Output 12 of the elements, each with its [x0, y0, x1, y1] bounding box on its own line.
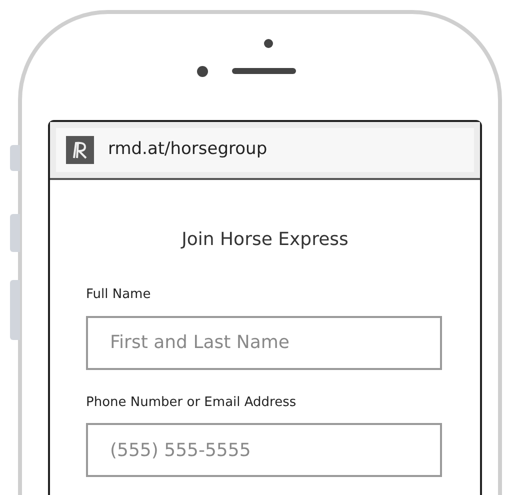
logo-icon	[66, 136, 94, 164]
form-title: Join Horse Express	[180, 228, 350, 252]
field-label: Phone Number or Email Address	[86, 394, 298, 412]
input-field[interactable]: First and Last Name	[86, 316, 442, 370]
side-button-icon	[10, 280, 20, 340]
sensor-icon	[197, 66, 208, 77]
input-field[interactable]: (555) 555-5555	[86, 423, 442, 477]
speaker-icon	[232, 68, 296, 74]
side-button-icon	[10, 145, 20, 171]
side-button-icon	[10, 214, 20, 252]
field-label: Full Name	[86, 286, 152, 304]
camera-icon	[264, 39, 273, 48]
